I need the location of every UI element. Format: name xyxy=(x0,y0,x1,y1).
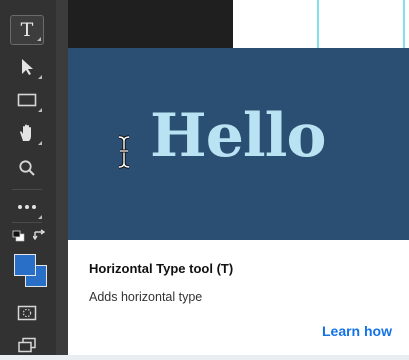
preview-hello-text: Hello xyxy=(150,101,326,171)
guide-line xyxy=(317,0,319,50)
tool-flyout-indicator xyxy=(38,75,42,79)
ellipsis-icon xyxy=(18,205,36,209)
tooltip-preview-image: Hello xyxy=(68,48,409,240)
screen-mode-icon xyxy=(18,337,36,353)
text-cursor-icon xyxy=(118,135,130,169)
toolbar-border xyxy=(56,0,68,355)
swap-colors-button[interactable] xyxy=(32,228,47,241)
learn-how-link[interactable]: Learn how xyxy=(322,323,392,339)
default-colors-button[interactable] xyxy=(12,229,26,242)
more-tools-button[interactable] xyxy=(10,192,44,222)
rich-tooltip: Hello Horizontal Type tool (T) Adds hori… xyxy=(68,48,409,355)
document-canvas[interactable] xyxy=(233,0,409,50)
move-tool-button[interactable] xyxy=(10,52,44,82)
screen-mode-button[interactable] xyxy=(10,330,44,360)
default-colors-icon xyxy=(12,230,25,242)
type-tool-button[interactable]: T xyxy=(10,15,44,45)
zoom-tool-button[interactable] xyxy=(10,153,44,183)
tools-panel: T xyxy=(0,0,56,355)
hand-icon xyxy=(20,124,31,141)
toolbar-separator xyxy=(12,222,42,223)
pasteboard xyxy=(68,0,233,50)
guide-line xyxy=(403,0,405,50)
marquee-tool-button[interactable] xyxy=(10,85,44,115)
arrow-pointer-icon xyxy=(22,59,33,75)
swap-arrows-icon xyxy=(32,229,46,241)
hand-tool-button[interactable] xyxy=(10,118,44,148)
rectangle-marquee-icon xyxy=(17,93,37,107)
tool-flyout-indicator xyxy=(38,108,42,112)
tool-flyout-indicator xyxy=(37,37,41,41)
tooltip-title: Horizontal Type tool (T) xyxy=(89,261,234,276)
foreground-color-swatch[interactable] xyxy=(14,254,36,276)
toolbar-separator xyxy=(12,189,42,190)
tool-flyout-indicator xyxy=(38,215,42,219)
tooltip-description: Adds horizontal type xyxy=(89,290,203,304)
type-T-icon: T xyxy=(20,19,34,41)
magnifier-icon xyxy=(19,160,35,176)
quick-mask-button[interactable] xyxy=(10,298,44,328)
quick-mask-icon xyxy=(17,305,37,321)
tool-flyout-indicator xyxy=(38,141,42,145)
